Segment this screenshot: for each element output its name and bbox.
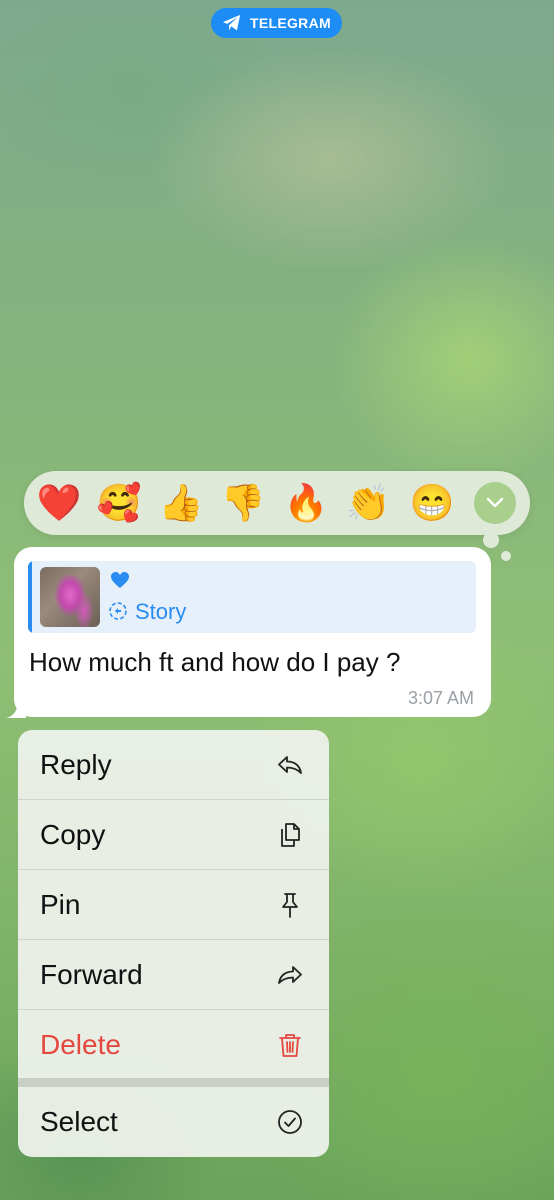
menu-item-delete[interactable]: Delete <box>18 1010 329 1079</box>
reaction-smiling-hearts[interactable]: 🥰 <box>96 471 142 535</box>
copy-icon <box>281 822 300 847</box>
menu-item-copy[interactable]: Copy <box>18 800 329 869</box>
expand-reactions-button[interactable] <box>474 482 516 524</box>
heart-icon <box>111 572 129 588</box>
reaction-bar-tail-dot-small <box>501 551 511 561</box>
reply-icon <box>278 755 302 774</box>
reaction-bar-tail-dot <box>483 532 499 548</box>
check-circle-icon <box>278 1110 302 1134</box>
menu-item-pin[interactable]: Pin <box>18 870 329 939</box>
telegram-plane-icon <box>223 14 241 31</box>
reaction-thumbs-up[interactable]: 👍 <box>158 471 204 535</box>
menu-section-divider <box>18 1078 329 1087</box>
menu-item-select[interactable]: Select <box>18 1087 329 1157</box>
menu-item-label: Reply <box>40 748 112 780</box>
menu-item-reply[interactable]: Reply <box>18 730 329 799</box>
story-label: Story <box>135 599 187 624</box>
reaction-grin[interactable]: 😁 <box>409 471 455 535</box>
forward-icon <box>278 965 302 984</box>
story-icon <box>109 602 127 620</box>
trash-icon <box>279 1033 301 1057</box>
reaction-clap[interactable]: 👏 <box>345 471 391 535</box>
menu-item-label: Forward <box>40 958 143 990</box>
message-time: 3:07 AM <box>407 688 474 708</box>
quote-accent-bar <box>28 561 32 633</box>
reaction-heart[interactable]: ❤️ <box>36 471 82 535</box>
pin-icon <box>282 892 298 918</box>
story-thumbnail <box>40 567 100 627</box>
reaction-fire[interactable]: 🔥 <box>283 471 329 535</box>
menu-item-label: Copy <box>40 818 106 850</box>
menu-item-label: Pin <box>40 888 81 920</box>
reaction-bar: ❤️ 🥰 👍 👎 🔥 👏 😁 <box>24 471 530 535</box>
menu-item-label: Select <box>40 1106 118 1137</box>
banner-label: TELEGRAM <box>250 15 331 31</box>
context-menu: Reply Copy Pin Forward Delete Select <box>18 730 329 1157</box>
menu-item-label: Delete <box>40 1028 121 1060</box>
message-text: How much ft and how do I pay ? <box>29 647 401 677</box>
message-bubble[interactable]: Story How much ft and how do I pay ? 3:0… <box>14 547 491 717</box>
menu-item-forward[interactable]: Forward <box>18 940 329 1009</box>
chevron-down-icon <box>486 497 504 508</box>
story-reply-quote[interactable]: Story <box>28 561 476 633</box>
reaction-thumbs-down[interactable]: 👎 <box>220 471 266 535</box>
telegram-banner: TELEGRAM <box>211 8 342 38</box>
